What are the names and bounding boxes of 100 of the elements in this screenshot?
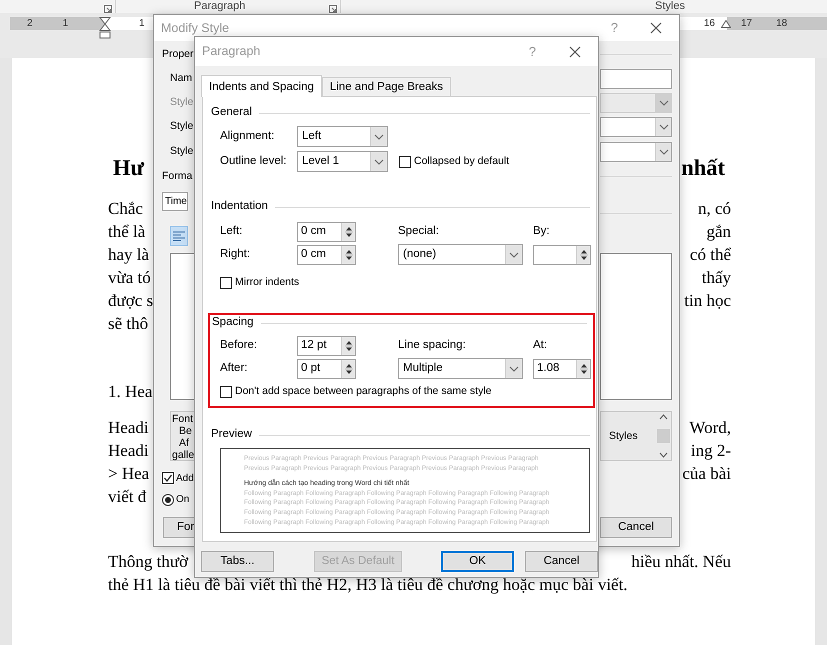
body-text: vừa tó <box>108 266 151 288</box>
indent-marker-icon[interactable] <box>721 20 731 28</box>
spin-button[interactable] <box>341 246 355 264</box>
dropdown-field[interactable]: Level 1 <box>297 151 388 172</box>
spin-field[interactable]: 1.08 <box>533 358 591 378</box>
spin-field[interactable]: 0 cm <box>297 244 356 264</box>
dropdown-button[interactable] <box>505 359 522 378</box>
heading-text: Hư <box>113 154 144 182</box>
dropdown-field[interactable]: (none) <box>398 244 523 265</box>
spin-button[interactable] <box>341 360 355 378</box>
body-text: thẻ H1 là tiêu đề bài viết thì thẻ H2, H3 là tiêu đề chương hoặc mục bài viết. <box>108 574 628 596</box>
group-title: Spacing <box>212 315 254 330</box>
dropdown-button[interactable] <box>505 245 522 264</box>
description-text: Styles <box>609 430 638 442</box>
font-dropdown-field[interactable]: Time <box>162 192 188 210</box>
field-label: Nam <box>170 71 192 86</box>
spin-field[interactable]: 0 pt <box>297 358 356 378</box>
spin-arrows-icon <box>580 248 588 262</box>
dropdown-field[interactable]: Left <box>297 126 388 147</box>
group-title: General <box>211 105 252 120</box>
dropdown-field[interactable] <box>600 142 672 162</box>
group-title: Indentation <box>211 199 268 214</box>
field-label: Style <box>170 94 194 110</box>
heading-text: nhất <box>681 154 725 182</box>
checkbox[interactable] <box>220 386 232 398</box>
spin-field[interactable]: 12 pt <box>297 336 356 356</box>
body-text: Word, <box>689 417 731 439</box>
field-label: After: <box>220 360 248 376</box>
body-text: Thông thườ <box>108 551 188 573</box>
dropdown-field[interactable] <box>600 117 672 137</box>
ruler-number: 1 <box>139 17 145 30</box>
field-label: Outline level: <box>220 154 288 169</box>
description-text: Af <box>178 437 190 449</box>
body-text: ing 2- <box>690 440 731 462</box>
body-text: hay là <box>108 244 150 266</box>
field-label: Special: <box>398 224 440 239</box>
field-label: Style <box>170 144 194 159</box>
checkbox-label: Add <box>176 472 194 486</box>
ok-button[interactable]: OK <box>441 551 514 572</box>
cancel-button[interactable]: Cancel <box>600 517 672 538</box>
scrollbar[interactable] <box>656 412 671 460</box>
body-text: thấy <box>702 266 731 288</box>
dropdown-button[interactable] <box>370 152 387 171</box>
dropdown-button[interactable] <box>655 118 671 136</box>
scroll-up-icon[interactable] <box>659 414 668 420</box>
window-title: Paragraph <box>202 43 260 60</box>
ruler-number: 18 <box>776 17 788 30</box>
dropdown-button[interactable] <box>370 127 387 146</box>
spin-button[interactable] <box>576 360 590 378</box>
body-text: hiều nhất. Nếu <box>631 551 731 573</box>
field-label: Line spacing: <box>398 338 467 353</box>
spin-arrows-icon <box>344 248 352 262</box>
checkbox[interactable] <box>399 156 411 168</box>
ruler-number: 1 <box>62 17 68 30</box>
tab[interactable]: Line and Page Breaks <box>322 77 452 96</box>
field-label: Right: <box>220 246 252 262</box>
radio-label: On <box>176 493 190 507</box>
spin-button[interactable] <box>576 246 590 264</box>
close-icon[interactable] <box>569 46 581 58</box>
body-text: thể là <box>108 220 146 242</box>
cancel-button[interactable]: Cancel <box>525 551 598 572</box>
body-text: > Hea <box>108 463 150 485</box>
dropdown-button[interactable] <box>655 142 671 160</box>
body-text: gắn <box>706 220 731 242</box>
checkbox-label: Don't add space between paragraphs of the same style <box>235 384 492 399</box>
radio-button[interactable] <box>162 494 174 506</box>
field-label: Alignment: <box>220 128 276 144</box>
tabs-button[interactable]: Tabs... <box>201 551 274 572</box>
window-title: Modify Style <box>161 20 230 37</box>
field-label: Left: <box>220 224 244 239</box>
field-label: Proper <box>162 46 194 62</box>
body-text: được s <box>108 290 154 312</box>
spin-arrows-icon <box>580 362 588 376</box>
set-default-button: Set As Default <box>314 551 402 572</box>
scroll-down-icon[interactable] <box>659 452 668 458</box>
field-label: Forma <box>162 168 192 184</box>
spin-field[interactable] <box>533 244 591 264</box>
ribbon-group-label: Styles <box>655 0 685 12</box>
scrollbar-thumb[interactable] <box>657 429 670 443</box>
field-label: By: <box>533 224 550 239</box>
tab[interactable]: Indents and Spacing <box>201 75 322 97</box>
body-text: Headi <box>108 440 149 462</box>
format-button[interactable]: For <box>163 517 196 538</box>
description-text: Be <box>178 425 193 437</box>
spin-button[interactable] <box>341 336 355 354</box>
dropdown-field[interactable]: Multiple <box>398 358 523 379</box>
spin-arrows-icon <box>344 224 352 238</box>
spin-field[interactable]: 0 cm <box>297 222 356 242</box>
text-field[interactable] <box>600 69 672 89</box>
spin-button[interactable] <box>341 222 355 240</box>
body-text: sẽ thô <box>108 312 148 334</box>
dialog-launcher-icon[interactable] <box>104 5 112 13</box>
checkbox[interactable] <box>162 472 174 484</box>
field-label: Before: <box>220 338 258 353</box>
body-text: Headi <box>108 417 149 439</box>
align-left-button[interactable] <box>170 226 188 246</box>
indent-marker-icon[interactable] <box>99 17 111 39</box>
checkbox[interactable] <box>220 276 232 288</box>
close-icon[interactable] <box>650 22 662 34</box>
dialog-launcher-icon[interactable] <box>329 5 337 13</box>
